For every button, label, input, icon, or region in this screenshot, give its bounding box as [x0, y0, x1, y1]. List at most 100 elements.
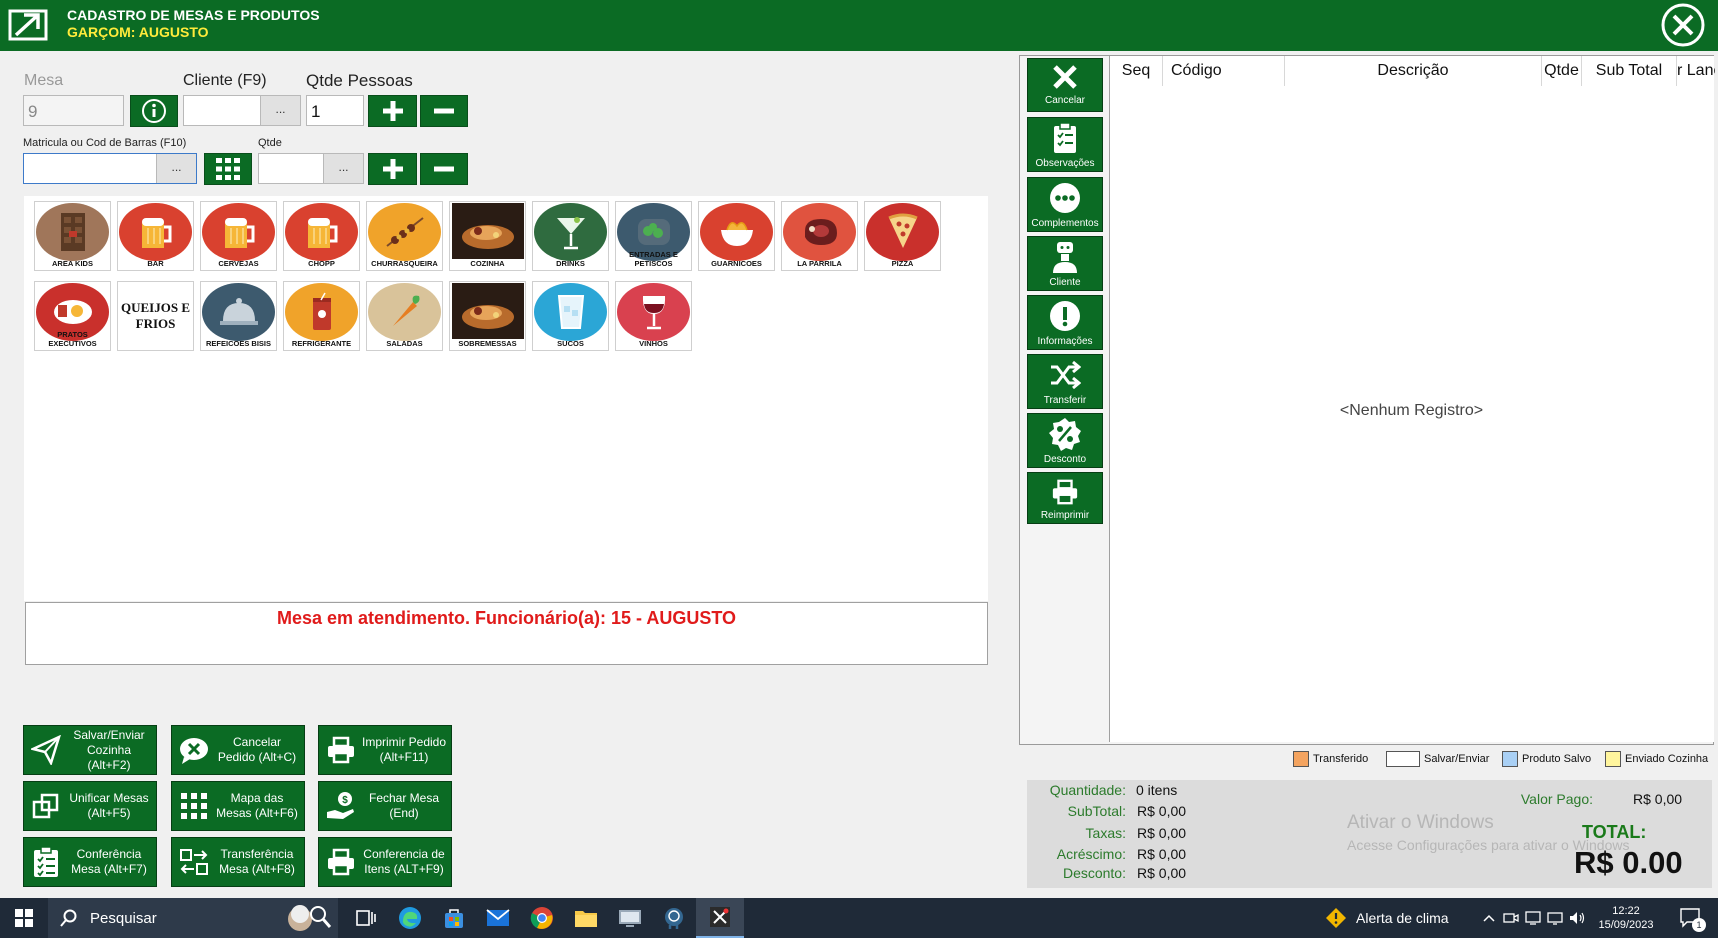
window-title: CADASTRO DE MESAS E PRODUTOS [67, 7, 320, 23]
category-tile[interactable]: QUEIJOS E FRIOS [117, 281, 194, 351]
clock-time: 12:22 [1612, 905, 1640, 917]
sidebar-desconto-button[interactable]: Desconto [1027, 413, 1103, 468]
tray-chevron[interactable] [1478, 898, 1500, 938]
category-tile[interactable]: BAR [117, 201, 194, 271]
category-tile[interactable]: CHURRASQUEIRA [366, 201, 443, 271]
category-tile[interactable]: SOBREMESSAS [449, 281, 526, 351]
taskbar-chrome[interactable] [520, 898, 564, 938]
weather-alert[interactable]: Alerta de clima [1324, 898, 1484, 938]
close-icon[interactable] [1655, 2, 1711, 48]
pessoas-plus-button[interactable] [368, 95, 417, 127]
cliente-lookup-button[interactable]: ... [260, 96, 300, 125]
category-tile[interactable]: REFRIGERANTE [283, 281, 360, 351]
taskbar-current-app[interactable] [696, 898, 744, 938]
category-tile[interactable]: CERVEJAS [200, 201, 277, 271]
column-header-seq[interactable]: Seq [1110, 56, 1163, 86]
cancel-order-button[interactable]: Cancelar Pedido (Alt+C) [171, 725, 305, 775]
merge-tables-button[interactable]: Unificar Mesas (Alt+F5) [23, 781, 157, 831]
sidebar-cancelar-button[interactable]: Cancelar [1027, 58, 1103, 112]
category-label: LA PARRILA [797, 259, 842, 268]
task-view-button[interactable] [344, 898, 388, 938]
column-header-qtde[interactable]: Qtde [1542, 56, 1582, 86]
category-tile[interactable]: REFEICOES BISIS [200, 281, 277, 351]
tray-network[interactable] [1544, 898, 1566, 938]
category-icon [368, 203, 441, 261]
taskbar-store[interactable] [432, 898, 476, 938]
category-icon [202, 203, 275, 261]
legend-swatch [1293, 751, 1309, 767]
start-button[interactable] [0, 898, 48, 938]
column-header-codigo[interactable]: Código [1163, 56, 1285, 86]
category-tile[interactable]: COZINHA [449, 201, 526, 271]
taskbar-edge[interactable] [388, 898, 432, 938]
transfer-table-button[interactable]: Transferência Mesa (Alt+F8) [171, 837, 305, 887]
matricula-lookup-button[interactable]: ... [156, 154, 196, 183]
print-order-label: Imprimir Pedido (Alt+F11) [361, 735, 447, 764]
status-box: Mesa em atendimento. Funcionário(a): 15 … [25, 602, 988, 665]
qtde-plus-button[interactable] [368, 153, 417, 185]
table-check-button[interactable]: Conferência Mesa (Alt+F7) [23, 837, 157, 887]
category-tile[interactable]: SUCOS [532, 281, 609, 351]
taskbar: Pesquisar Alerta de clima 12:22 15/09/20… [0, 898, 1718, 938]
sidebar-observacoes-button[interactable]: Observações [1027, 117, 1103, 172]
close-table-button[interactable]: $ Fechar Mesa (End) [318, 781, 452, 831]
category-label: PRATOS EXECUTIVOS [48, 330, 97, 348]
windows-icon [15, 909, 33, 927]
sidebar-desconto-label: Desconto [1043, 454, 1087, 465]
category-icon [36, 203, 109, 261]
taskbar-postgres[interactable] [652, 898, 696, 938]
category-tile[interactable]: PRATOS EXECUTIVOS [34, 281, 111, 351]
column-header-descricao[interactable]: Descrição [1285, 56, 1542, 86]
pessoas-field[interactable]: 1 [306, 95, 364, 126]
matricula-field[interactable]: ... [23, 153, 197, 184]
print-order-button[interactable]: Imprimir Pedido (Alt+F11) [318, 725, 452, 775]
quantidade-label: Quantidade: [1049, 782, 1126, 798]
qtde-field[interactable]: ... [258, 153, 364, 184]
pessoas-minus-button[interactable] [420, 95, 468, 127]
taskbar-mail[interactable] [476, 898, 520, 938]
save-send-kitchen-button[interactable]: Salvar/Enviar Cozinha (Alt+F2) [23, 725, 157, 775]
category-tile[interactable]: PIZZA [864, 201, 941, 271]
category-tile[interactable]: SALADAS [366, 281, 443, 351]
taskbar-explorer[interactable] [564, 898, 608, 938]
column-header-subtotal[interactable]: Sub Total [1582, 56, 1677, 86]
camera-icon [1503, 913, 1519, 923]
items-check-button[interactable]: Conferencia de Itens (ALT+F9) [318, 837, 452, 887]
category-label: GUARNICOES [711, 259, 762, 268]
volume-icon [1570, 912, 1585, 924]
notification-center[interactable]: 1 [1670, 898, 1710, 938]
qtde-minus-button[interactable] [420, 153, 468, 185]
restaurant-app-icon [710, 907, 730, 927]
taskbar-app-remote[interactable] [608, 898, 652, 938]
category-tile[interactable]: VINHOS [615, 281, 692, 351]
store-icon [445, 909, 463, 928]
column-header-lancamento[interactable]: r Lançamen [1677, 56, 1715, 86]
qtde-lookup-button[interactable]: ... [323, 154, 363, 183]
quantidade-value: 0 itens [1136, 782, 1178, 798]
tray-volume[interactable] [1566, 898, 1588, 938]
category-tile[interactable]: LA PARRILA [781, 201, 858, 271]
category-tile[interactable]: GUARNICOES [698, 201, 775, 271]
category-tile[interactable]: CHOPP [283, 201, 360, 271]
tray-clock[interactable]: 12:22 15/09/2023 [1592, 898, 1660, 938]
category-tile[interactable]: AREA KIDS [34, 201, 111, 271]
sidebar-complementos-button[interactable]: Complementos [1027, 177, 1103, 232]
mesa-info-button[interactable] [130, 95, 178, 127]
empty-grid-text: <Nenhum Registro> [1339, 402, 1484, 419]
mesa-field[interactable]: 9 [23, 95, 124, 126]
taskbar-search[interactable]: Pesquisar [48, 898, 338, 938]
order-items-grid[interactable]: Seq Código Descrição Qtde Sub Total r La… [1109, 56, 1715, 742]
search-highlight-icon [288, 905, 332, 931]
category-tile[interactable]: ENTRADAS E PETISCOS [615, 201, 692, 271]
sidebar-transferir-button[interactable]: Transferir [1027, 354, 1103, 409]
keypad-button[interactable] [204, 153, 252, 185]
tray-network-alt[interactable] [1522, 898, 1544, 938]
cliente-field[interactable]: ... [183, 95, 301, 126]
tray-meet[interactable] [1500, 898, 1522, 938]
tables-map-button[interactable]: Mapa das Mesas (Alt+F6) [171, 781, 305, 831]
sidebar-reimprimir-button[interactable]: Reimprimir [1027, 472, 1103, 524]
category-tile[interactable]: DRINKS [532, 201, 609, 271]
sidebar-cliente-button[interactable]: Cliente [1027, 236, 1103, 291]
clipboard-icon [1054, 122, 1076, 153]
sidebar-informacoes-button[interactable]: Informações [1027, 295, 1103, 350]
